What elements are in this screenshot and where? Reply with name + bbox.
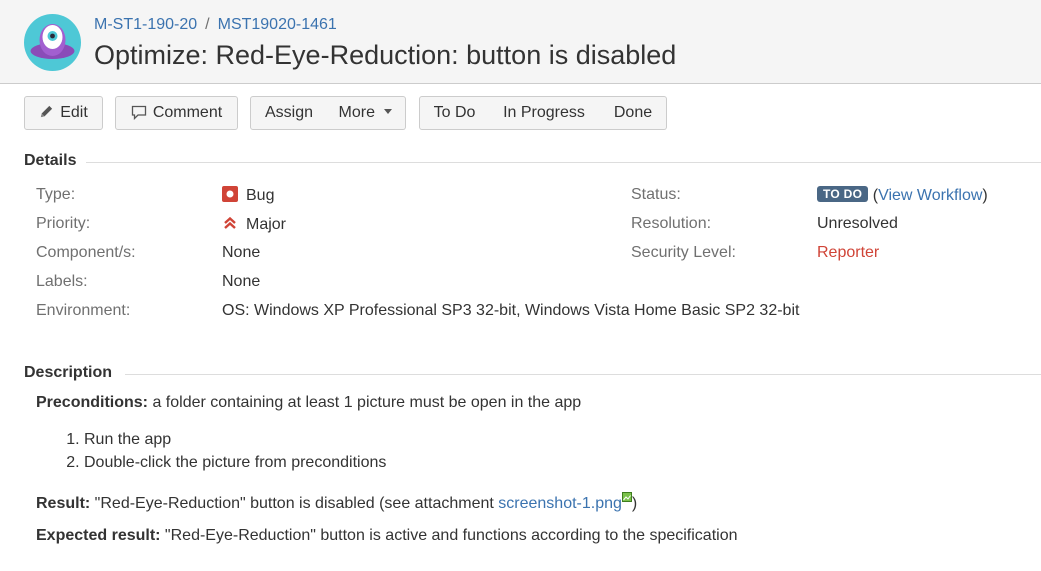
resolution-label: Resolution: bbox=[631, 215, 712, 232]
environment-value: OS: Windows XP Professional SP3 32-bit, … bbox=[222, 302, 800, 319]
issue-title: Optimize: Red-Eye-Reduction: button is d… bbox=[94, 40, 677, 70]
breadcrumb: M-ST1-190-20 / MST19020-1461 bbox=[94, 16, 337, 34]
pencil-icon bbox=[41, 105, 53, 118]
preconditions-paragraph: Preconditions: a folder containing at le… bbox=[36, 394, 581, 412]
bug-icon bbox=[222, 186, 238, 202]
preconditions-text: a folder containing at least 1 picture m… bbox=[148, 394, 582, 411]
breadcrumb-project-link[interactable]: M-ST1-190-20 bbox=[94, 16, 197, 33]
status-value: TO DO (View Workflow) bbox=[817, 186, 988, 205]
status-label: Status: bbox=[631, 186, 681, 203]
comment-button[interactable]: Comment bbox=[115, 96, 238, 130]
expected-result-text: "Red-Eye-Reduction" button is active and… bbox=[160, 527, 738, 544]
type-label: Type: bbox=[36, 186, 76, 203]
result-paragraph: Result: "Red-Eye-Reduction" button is di… bbox=[36, 492, 637, 513]
issue-header: M-ST1-190-20 / MST19020-1461 Optimize: Red… bbox=[0, 0, 1041, 84]
preconditions-label: Preconditions: bbox=[36, 394, 149, 411]
result-close: ) bbox=[631, 495, 638, 512]
labels-label: Labels: bbox=[36, 273, 88, 290]
in-progress-button[interactable]: In Progress bbox=[488, 96, 601, 130]
components-value: None bbox=[222, 244, 261, 261]
caret-down-icon bbox=[384, 109, 393, 114]
project-avatar-icon[interactable] bbox=[24, 14, 81, 71]
description-divider bbox=[125, 374, 1041, 375]
type-value-text: Bug bbox=[246, 187, 275, 204]
major-priority-icon bbox=[224, 216, 236, 229]
more-button-label: More bbox=[338, 104, 375, 121]
to-do-button[interactable]: To Do bbox=[419, 96, 490, 130]
result-text: "Red-Eye-Reduction" button is disabled (… bbox=[90, 495, 499, 512]
breadcrumb-separator: / bbox=[205, 16, 210, 33]
priority-value: Major bbox=[222, 215, 286, 234]
priority-value-text: Major bbox=[246, 216, 287, 233]
breadcrumb-issue-link[interactable]: MST19020-1461 bbox=[218, 16, 337, 33]
priority-label: Priority: bbox=[36, 215, 91, 232]
details-heading: Details bbox=[24, 152, 77, 169]
resolution-value: Unresolved bbox=[817, 215, 898, 232]
edit-button-label: Edit bbox=[60, 104, 88, 121]
edit-button[interactable]: Edit bbox=[24, 96, 103, 130]
attachment-link[interactable]: screenshot-1.png bbox=[498, 495, 622, 512]
details-divider bbox=[86, 162, 1041, 163]
workflow-close-paren: ) bbox=[982, 187, 988, 204]
view-workflow-link[interactable]: View Workflow bbox=[878, 187, 982, 204]
step-item: Run the app bbox=[84, 428, 386, 451]
steps-list: Run the app Double-click the picture fro… bbox=[36, 428, 386, 474]
environment-label: Environment: bbox=[36, 302, 131, 319]
status-badge: TO DO bbox=[817, 186, 869, 202]
security-level-value: Reporter bbox=[817, 244, 880, 261]
description-heading: Description bbox=[24, 364, 113, 381]
comment-bubble-icon bbox=[131, 105, 146, 121]
done-button[interactable]: Done bbox=[600, 96, 667, 130]
comment-button-label: Comment bbox=[152, 104, 223, 121]
expected-result-label: Expected result: bbox=[36, 527, 161, 544]
assign-button[interactable]: Assign bbox=[250, 96, 328, 130]
more-button[interactable]: More bbox=[326, 96, 406, 130]
step-item: Double-click the picture from preconditi… bbox=[84, 451, 386, 474]
components-label: Component/s: bbox=[36, 244, 136, 261]
expected-result-paragraph: Expected result: "Red-Eye-Reduction" but… bbox=[36, 527, 738, 545]
image-attachment-icon bbox=[621, 492, 632, 502]
type-value: Bug bbox=[222, 186, 274, 205]
labels-value: None bbox=[222, 273, 261, 290]
security-level-label: Security Level: bbox=[631, 244, 736, 261]
result-label: Result: bbox=[36, 495, 91, 512]
